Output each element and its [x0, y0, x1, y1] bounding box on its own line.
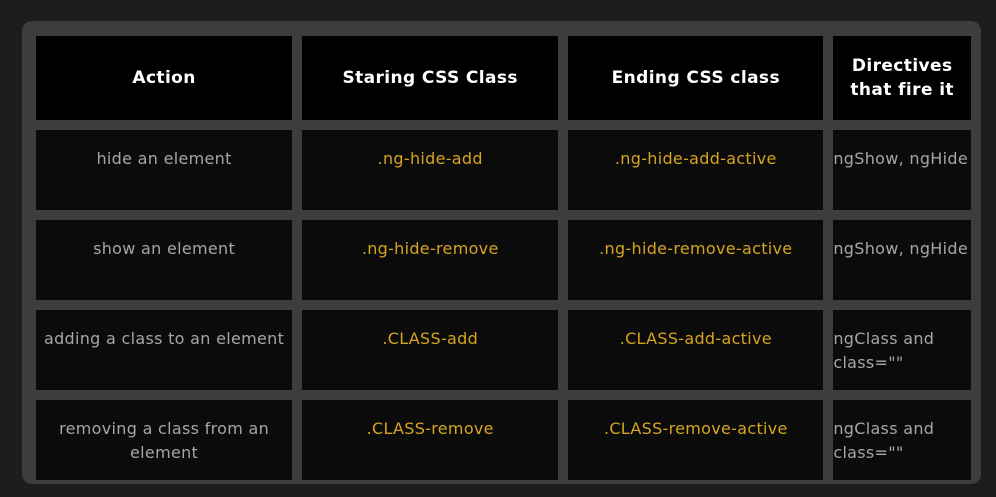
table-row: removing a class from an element .CLASS-… [36, 400, 971, 480]
ending-class-cell: .CLASS-remove-active [568, 400, 824, 480]
header-directives: Directives that fire it [833, 36, 971, 120]
header-starting-class: Staring CSS Class [302, 36, 559, 120]
table-row: adding a class to an element .CLASS-add … [36, 310, 971, 390]
css-classes-table: Action Staring CSS Class Ending CSS clas… [26, 26, 981, 490]
action-cell: adding a class to an element [36, 310, 293, 390]
action-cell: removing a class from an element [36, 400, 293, 480]
table-row: hide an element .ng-hide-add .ng-hide-ad… [36, 130, 971, 210]
header-ending-class: Ending CSS class [568, 36, 824, 120]
table-header-row: Action Staring CSS Class Ending CSS clas… [36, 36, 971, 120]
table-panel: Action Staring CSS Class Ending CSS clas… [22, 21, 981, 484]
action-cell: hide an element [36, 130, 293, 210]
directives-cell: ngClass and class="" [833, 310, 971, 390]
header-action: Action [36, 36, 293, 120]
ending-class-cell: .ng-hide-add-active [568, 130, 824, 210]
ending-class-cell: .ng-hide-remove-active [568, 220, 824, 300]
table-row: show an element .ng-hide-remove .ng-hide… [36, 220, 971, 300]
starting-class-cell: .ng-hide-remove [302, 220, 559, 300]
directives-cell: ngClass and class="" [833, 400, 971, 480]
starting-class-cell: .CLASS-remove [302, 400, 559, 480]
directives-cell: ngShow, ngHide [833, 130, 971, 210]
directives-cell: ngShow, ngHide [833, 220, 971, 300]
starting-class-cell: .ng-hide-add [302, 130, 559, 210]
action-cell: show an element [36, 220, 293, 300]
starting-class-cell: .CLASS-add [302, 310, 559, 390]
ending-class-cell: .CLASS-add-active [568, 310, 824, 390]
